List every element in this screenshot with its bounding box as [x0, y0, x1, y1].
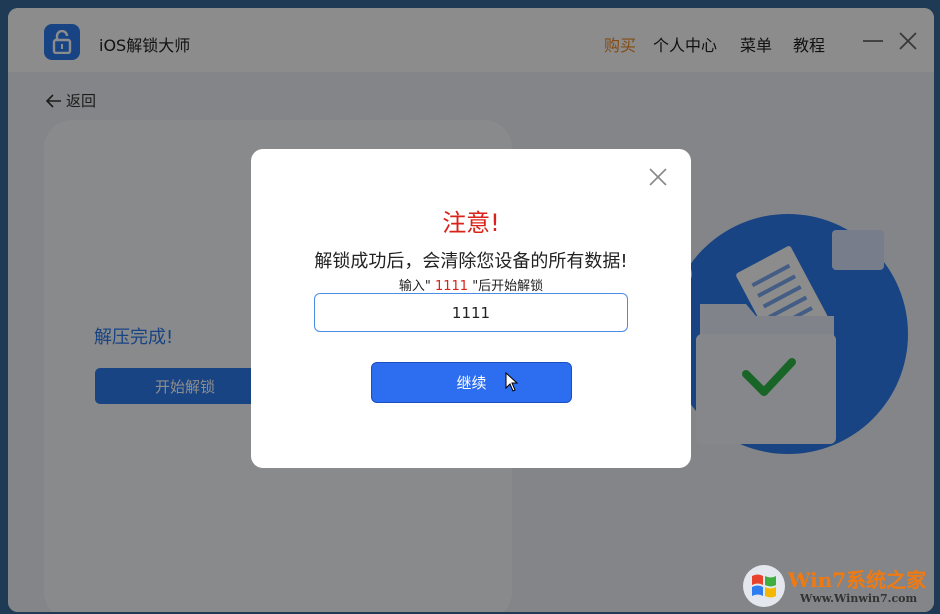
continue-button[interactable]: 继续	[371, 362, 572, 403]
dialog-close-icon[interactable]	[649, 168, 667, 186]
hint-code: 1111	[434, 279, 469, 294]
dialog-message: 解锁成功后，会清除您设备的所有数据!	[314, 251, 628, 272]
code-input[interactable]	[314, 293, 628, 332]
watermark-text: Win7系统之家	[788, 568, 927, 592]
hint-suffix: "后开始解锁	[472, 279, 544, 294]
windows-logo-icon	[742, 564, 786, 608]
mouse-cursor-icon	[505, 371, 519, 392]
hint-prefix: 输入"	[398, 279, 431, 294]
confirm-dialog: 注意! 解锁成功后，会清除您设备的所有数据! 输入" 1111 "后开始解锁 继…	[251, 149, 691, 468]
watermark: Win7系统之家 Www.Winwin7.com	[742, 562, 932, 610]
watermark-url: Www.Winwin7.com	[800, 592, 918, 605]
dialog-title: 注意!	[442, 209, 500, 237]
dialog-hint: 输入" 1111 "后开始解锁	[251, 275, 691, 294]
